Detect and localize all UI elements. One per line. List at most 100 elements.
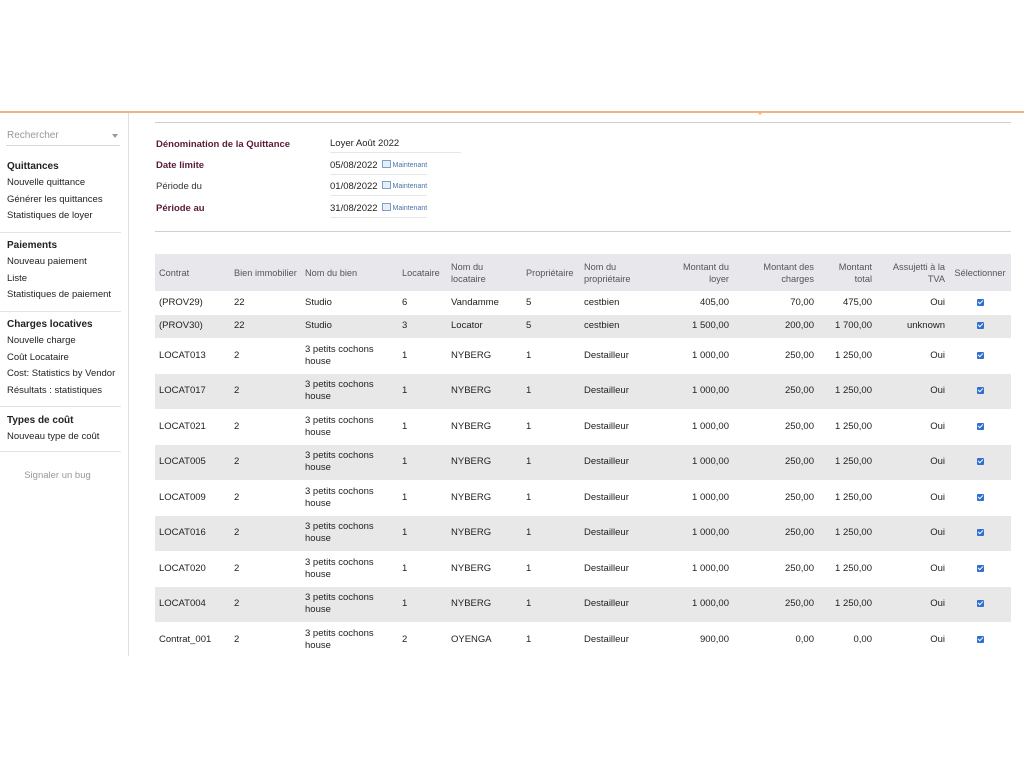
cell-tva: Oui [876, 586, 949, 622]
cell-proprietaire: 1 [522, 338, 580, 374]
table-row[interactable]: (PROV30) 22 Studio 3 Locator 5 cestbien 1 500,0… [155, 314, 1011, 338]
col-header-proprietaire[interactable]: Propriétaire [522, 254, 580, 291]
sidebar-item-statistiques-loyer[interactable]: Statistiques de loyer [0, 208, 128, 225]
calendar-icon[interactable] [381, 181, 391, 190]
select-checkbox[interactable] [976, 422, 984, 430]
cell-locataire: 1 [398, 515, 447, 551]
sidebar-item-cost-statistics[interactable]: Cost: Statistics by Vendor [0, 366, 128, 383]
periode-du-field[interactable]: 01/08/2022 Maintenant [330, 181, 428, 196]
cell-proprietaire: 1 [522, 586, 580, 622]
col-header-nom-proprietaire[interactable]: Nom du propriétaire [580, 254, 666, 291]
cell-bien: 2 [230, 444, 301, 480]
table-row[interactable]: LOCAT017 2 3 petits cochons house 1 NYBERG 1 D… [155, 373, 1011, 409]
cell-contrat: (PROV29) [155, 291, 230, 315]
cell-contrat: (PROV30) [155, 314, 230, 338]
sidebar-item-statistiques-paiement[interactable]: Statistiques de paiement [0, 287, 128, 304]
table-body: (PROV29) 22 Studio 6 Vandamme 5 cestbien 405,00… [155, 291, 1011, 658]
cell-contrat: LOCAT021 [155, 409, 230, 445]
col-header-tva[interactable]: Assujetti à la TVA [876, 254, 949, 291]
denomination-label: Dénomination de la Quittance [156, 139, 291, 150]
calendar-icon[interactable] [381, 203, 391, 212]
col-header-nom-locataire[interactable]: Nom du locataire [447, 254, 522, 291]
form-top-divider [155, 122, 1011, 123]
denomination-field[interactable]: Loyer Août 2022 [330, 138, 461, 153]
cell-nom-locataire: NYBERG [447, 373, 522, 409]
table-row[interactable]: LOCAT013 2 3 petits cochons house 1 NYBERG 1 D… [155, 338, 1011, 374]
sidebar-item-nouvelle-quittance[interactable]: Nouvelle quittance [0, 175, 128, 192]
cell-proprietaire: 1 [522, 515, 580, 551]
col-header-loyer[interactable]: Montant du loyer [666, 254, 733, 291]
select-checkbox[interactable] [976, 351, 984, 359]
cell-tva: Oui [876, 551, 949, 587]
now-button[interactable]: Maintenant [393, 162, 428, 169]
cell-contrat: LOCAT013 [155, 338, 230, 374]
cell-nom-proprietaire: Destailleur [580, 409, 666, 445]
table-row[interactable]: Contrat_001 2 3 petits cochons house 2 OYENG… [155, 622, 1011, 658]
cell-loyer: 1 000,00 [666, 480, 733, 516]
cell-locataire: 1 [398, 444, 447, 480]
sidebar-item-nouveau-type-cout[interactable]: Nouveau type de coût [0, 429, 128, 446]
sidebar-item-nouveau-paiement[interactable]: Nouveau paiement [0, 254, 128, 271]
report-bug-link[interactable]: Signaler un bug [0, 470, 115, 481]
cell-nom-bien: 3 petits cochons house [301, 338, 398, 374]
cell-nom-locataire: Locator [447, 314, 522, 338]
cell-locataire: 1 [398, 480, 447, 516]
select-checkbox[interactable] [976, 322, 984, 330]
sidebar-heading-quittances[interactable]: Quittances [0, 159, 128, 175]
select-checkbox[interactable] [976, 600, 984, 608]
sidebar-item-liste[interactable]: Liste [0, 271, 128, 288]
table-row[interactable]: LOCAT005 2 3 petits cochons house 1 NYBERG 1 D… [155, 444, 1011, 480]
select-checkbox[interactable] [976, 387, 984, 395]
col-header-nom-bien[interactable]: Nom du bien [301, 254, 398, 291]
cell-total: 1 250,00 [818, 586, 876, 622]
sidebar-divider [0, 232, 121, 233]
now-button[interactable]: Maintenant [393, 205, 428, 212]
cell-proprietaire: 1 [522, 409, 580, 445]
cell-loyer: 1 000,00 [666, 586, 733, 622]
col-header-contrat[interactable]: Contrat [155, 254, 230, 291]
sidebar-heading-paiements[interactable]: Paiements [0, 238, 128, 254]
periode-au-field[interactable]: 31/08/2022 Maintenant [330, 203, 428, 218]
select-checkbox[interactable] [976, 635, 984, 643]
select-checkbox[interactable] [976, 493, 984, 501]
col-header-total[interactable]: Montant total [818, 254, 876, 291]
cell-selectionner [949, 622, 1011, 658]
search-input[interactable]: Rechercher [6, 129, 120, 146]
cell-nom-bien: 3 petits cochons house [301, 444, 398, 480]
cell-tva: unknown [876, 314, 949, 338]
table-row[interactable]: (PROV29) 22 Studio 6 Vandamme 5 cestbien 405,00… [155, 291, 1011, 315]
col-header-bien[interactable]: Bien immobilier [230, 254, 301, 291]
select-checkbox[interactable] [976, 529, 984, 537]
col-header-charges[interactable]: Montant des charges [733, 254, 818, 291]
cell-contrat: LOCAT005 [155, 444, 230, 480]
table-row[interactable]: LOCAT016 2 3 petits cochons house 1 NYBERG 1 D… [155, 515, 1011, 551]
sidebar-item-generer-quittances[interactable]: Générer les quittances [0, 192, 128, 209]
table-row[interactable]: LOCAT020 2 3 petits cochons house 1 NYBERG 1 D… [155, 551, 1011, 587]
form-bottom-divider [155, 231, 1011, 232]
cell-contrat: LOCAT009 [155, 480, 230, 516]
col-header-selectionner[interactable]: Sélectionner [949, 254, 1011, 291]
sidebar-item-resultats-statistiques[interactable]: Résultats : statistiques [0, 383, 128, 400]
chevron-down-icon[interactable] [112, 134, 118, 138]
table-row[interactable]: LOCAT021 2 3 petits cochons house 1 NYBERG 1 D… [155, 409, 1011, 445]
sidebar-item-cout-locataire[interactable]: Coût Locataire [0, 350, 128, 367]
cell-charges: 250,00 [733, 409, 818, 445]
table-row[interactable]: LOCAT004 2 3 petits cochons house 1 NYBERG 1 D… [155, 586, 1011, 622]
cell-nom-locataire: OYENGA [447, 622, 522, 658]
col-header-locataire[interactable]: Locataire [398, 254, 447, 291]
now-button[interactable]: Maintenant [393, 183, 428, 190]
table-row[interactable]: LOCAT009 2 3 petits cochons house 1 NYBERG 1 D… [155, 480, 1011, 516]
calendar-icon[interactable] [381, 160, 391, 169]
date-limite-field[interactable]: 05/08/2022 Maintenant [330, 160, 428, 175]
cell-bien: 2 [230, 480, 301, 516]
cell-selectionner [949, 291, 1011, 315]
cell-nom-proprietaire: Destailleur [580, 373, 666, 409]
select-checkbox[interactable] [976, 458, 984, 466]
sidebar-heading-charges[interactable]: Charges locatives [0, 317, 128, 333]
date-limite-value: 05/08/2022 [330, 160, 378, 171]
cell-nom-proprietaire: Destailleur [580, 444, 666, 480]
select-checkbox[interactable] [976, 564, 984, 572]
sidebar-heading-types-cout[interactable]: Types de coût [0, 413, 128, 429]
sidebar-item-nouvelle-charge[interactable]: Nouvelle charge [0, 333, 128, 350]
select-checkbox[interactable] [976, 298, 984, 306]
